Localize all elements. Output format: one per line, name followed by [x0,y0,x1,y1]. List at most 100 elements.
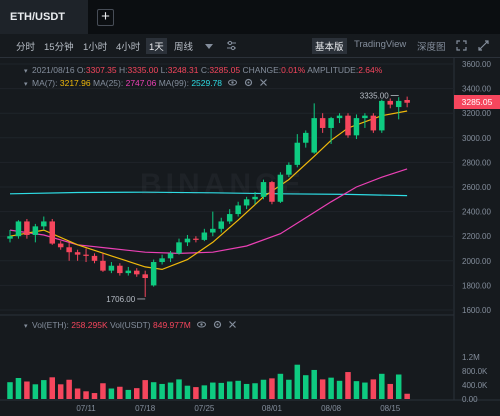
binance-watermark: BINANCE [140,168,305,201]
remove-close-icon[interactable] [259,78,268,87]
interval-4h[interactable]: 4小时 [116,39,140,53]
candle-body [193,238,199,240]
volume-bar [404,393,410,399]
volume-tick-label: 1.2M [462,353,480,362]
view-basic[interactable]: 基本版 [312,38,347,54]
candle-body [294,142,301,165]
settings-gear-icon[interactable] [244,78,253,87]
volume-bar [108,388,115,399]
vol-eth-label: Vol(ETH): [32,320,69,330]
low-value: 3248.31 [167,65,199,75]
collapse-caret-icon[interactable]: ▾ [24,322,32,330]
candle-body [74,252,81,255]
price-tick-label: 1800.00 [462,281,491,290]
candle-body [319,118,326,128]
volume-bar [100,383,106,399]
volume-bar [167,382,174,399]
indicator-settings-icon[interactable] [226,40,237,53]
ma25-label: MA(25): [92,78,124,88]
settings-gear-icon[interactable] [213,320,222,329]
volume-bar [387,383,393,399]
volume-bar [83,391,89,399]
candle-body [49,221,55,244]
volume-bar [370,379,377,399]
candle-body [370,115,377,131]
volume-bar [49,377,55,399]
more-intervals-chevron-down-icon[interactable] [205,42,213,52]
vol-eth-value: 258.295K [71,320,108,330]
volume-bar [24,381,30,399]
price-tick-label: 3600.00 [462,60,491,69]
remove-close-icon[interactable] [228,320,237,329]
candle-body [226,214,233,222]
volume-bar [269,378,275,399]
fullscreen-icon[interactable] [456,40,467,53]
interval-1h[interactable]: 1小时 [83,39,107,53]
candle-body [57,243,64,248]
ohlc-legend: ▾ 2021/08/16 O:3307.35 H:3335.00 L:3248.3… [24,65,382,75]
last-price-tag: 3285.05 [454,95,500,109]
volume-tick-label: 0.00 [462,395,478,404]
candle-body [32,226,39,235]
candle-body [184,238,191,243]
candle-body [303,132,309,143]
volume-bar [66,379,72,399]
tab-bar: ETH/USDT + [0,0,500,34]
volume-bar [142,380,148,399]
tab-eth-usdt[interactable]: ETH/USDT [0,0,88,34]
price-tick-label: 3200.00 [462,109,491,118]
time-tick-label: 08/01 [262,404,283,413]
view-tradingview[interactable]: TradingView [354,39,406,50]
interval-15m[interactable]: 15分钟 [44,39,74,53]
add-tab-button[interactable]: + [97,9,114,26]
interval-week[interactable]: 周线 [174,39,193,53]
visibility-eye-icon[interactable] [228,78,238,87]
volume-bar [15,378,22,399]
time-tick-label: 07/18 [135,404,156,413]
ma25-value: 2747.06 [125,78,157,88]
visibility-eye-icon[interactable] [197,320,207,329]
vol-usdt-value: 849.977M [153,320,191,330]
volume-bar [125,389,132,399]
change-value: 0.01% [281,65,306,75]
candle-body [100,260,106,271]
volume-bar [336,380,343,399]
volume-legend: ▾ Vol(ETH): 258.295K Vol(USDT) 849.977M [24,320,237,330]
volume-bar [117,386,123,399]
volume-bar [184,385,191,399]
candle-body [41,221,47,227]
volume-bar [41,380,47,399]
volume-bar [311,369,317,399]
candle-body [83,254,89,256]
candle-body [353,118,360,136]
volume-bar [57,384,64,399]
collapse-caret-icon[interactable]: ▾ [24,80,32,88]
candle-body [108,265,115,271]
candle-body [142,274,148,279]
view-depth[interactable]: 深度图 [417,39,446,53]
candle-body [7,236,13,239]
ma7-value: 3217.96 [59,78,91,88]
volume-bar [395,374,402,399]
volume-bar [210,382,216,399]
price-tick-label: 3400.00 [462,85,491,94]
candle-body [176,242,182,254]
collapse-caret-icon[interactable]: ▾ [24,67,32,75]
volume-tick-label: 800.0K [462,367,488,376]
vol-usdt-label: Vol(USDT) [110,320,151,330]
price-tick-label: 2400.00 [462,208,491,217]
candlestick-chart[interactable]: 1600.00 1800.00 2000.00 2200.00 2400.00 2600.… [0,58,500,416]
chart-toolbar: 分时 15分钟 1小时 4小时 1天 周线 基本版 TradingView 深度… [0,34,500,58]
low-label: L: [160,65,168,75]
open-label: O: [76,65,86,75]
interval-time[interactable]: 分时 [16,39,35,53]
candle-body [395,100,402,108]
volume-bar [277,373,284,399]
collapse-icon[interactable] [478,40,489,53]
interval-1d[interactable]: 1天 [146,38,167,54]
candle-body [66,247,72,253]
time-tick-label: 08/15 [380,404,401,413]
volume-bar [235,380,241,399]
legend-date: 2021/08/16 [32,65,75,75]
volume-bar [74,388,81,399]
